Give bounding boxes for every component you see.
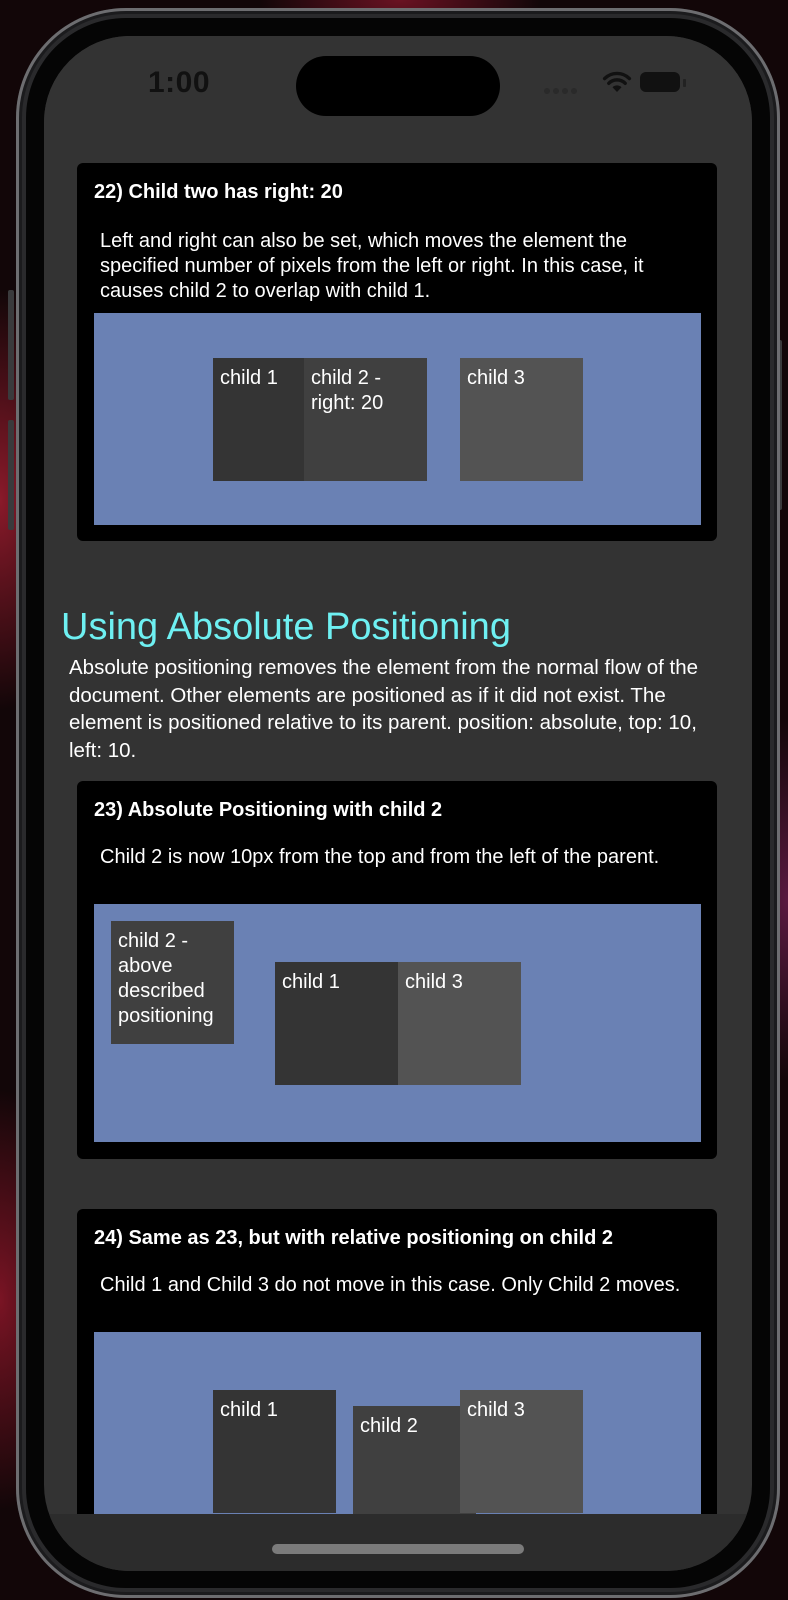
dynamic-island	[296, 56, 500, 116]
example-card-24: 24) Same as 23, but with relative positi…	[77, 1209, 717, 1549]
status-time: 1:00	[148, 66, 211, 99]
card-title: 22) Child two has right: 20	[94, 181, 343, 203]
section-heading: Using Absolute Positioning	[61, 606, 511, 648]
home-indicator[interactable]	[272, 1544, 524, 1554]
child-2-box: child 2 - right: 20	[304, 358, 427, 481]
status-bar: 1:00	[44, 36, 752, 134]
demo-container: child 2 - above described positioning ch…	[94, 904, 701, 1142]
battery-icon	[640, 72, 688, 94]
card-description: Left and right can also be set, which mo…	[100, 230, 644, 302]
app-screen: 1:00 22) Child two has right: 20 Left an…	[44, 36, 752, 1571]
card-description: Child 1 and Child 3 do not move in this …	[100, 1274, 681, 1296]
volume-down-button	[8, 420, 14, 530]
wifi-icon	[602, 71, 632, 92]
card-description: Child 2 is now 10px from the top and fro…	[100, 846, 660, 868]
child-2-box: child 2	[353, 1406, 476, 1529]
child-3-box: child 3	[460, 1390, 583, 1513]
demo-container: child 1 child 2 - right: 20 child 3	[94, 313, 701, 525]
child-3-box: child 3	[460, 358, 583, 481]
child-1-box: child 1	[275, 962, 398, 1085]
child-1-box: child 1	[213, 1390, 336, 1513]
card-title: 23) Absolute Positioning with child 2	[94, 799, 443, 821]
card-title: 24) Same as 23, but with relative positi…	[94, 1227, 614, 1249]
child-3-box: child 3	[398, 962, 521, 1085]
home-bar-area	[44, 1514, 752, 1571]
child-2-box: child 2 - above described positioning	[111, 921, 234, 1044]
volume-up-button	[8, 290, 14, 400]
example-card-23: 23) Absolute Positioning with child 2 Ch…	[77, 781, 717, 1159]
example-card-22: 22) Child two has right: 20 Left and rig…	[77, 163, 717, 541]
cellular-signal-icon	[544, 88, 577, 94]
section-body: Absolute positioning removes the element…	[69, 656, 698, 762]
